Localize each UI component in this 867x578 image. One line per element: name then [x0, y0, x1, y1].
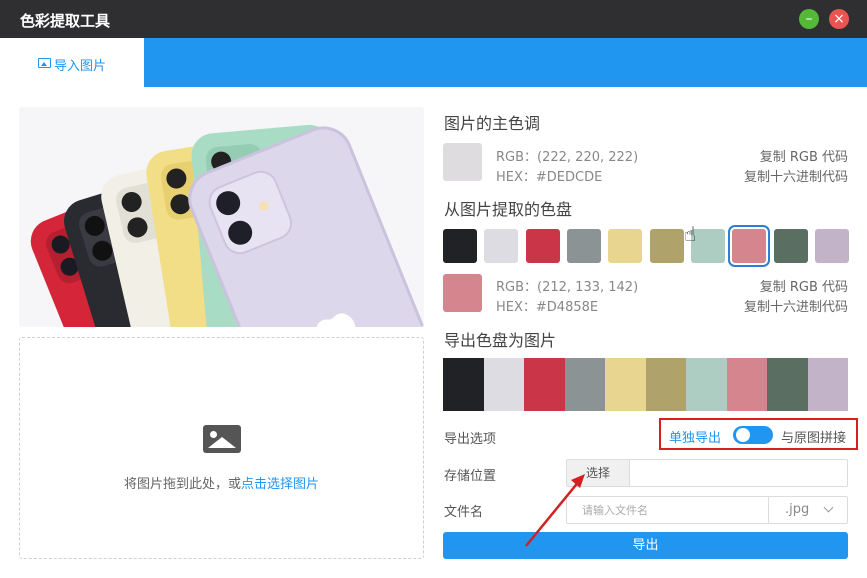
- choose-folder-button[interactable]: 选择: [567, 460, 630, 486]
- extension-select[interactable]: .jpg: [769, 496, 848, 524]
- strip-cell: [807, 358, 848, 411]
- strip-cell: [767, 358, 808, 411]
- copy-rgb-button[interactable]: 复制 RGB 代码: [760, 276, 848, 295]
- image-preview: [19, 107, 424, 327]
- strip-cell: [524, 358, 565, 411]
- palette-title: 从图片提取的色盘: [444, 200, 573, 219]
- copy-hex-button[interactable]: 复制十六进制代码: [744, 166, 848, 185]
- storage-path-field[interactable]: 选择: [566, 459, 848, 487]
- palette-strip-preview: [443, 358, 848, 411]
- strip-cell: [483, 358, 524, 411]
- palette-swatch[interactable]: [443, 229, 477, 263]
- hand-cursor-icon: ☝: [684, 222, 697, 246]
- copy-rgb-button[interactable]: 复制 RGB 代码: [760, 146, 848, 165]
- dominant-hex: HEX：#DEDCDE: [496, 170, 603, 185]
- selected-color-swatch: [443, 274, 482, 312]
- palette-swatch[interactable]: [815, 229, 849, 263]
- palette-swatch[interactable]: [526, 229, 560, 263]
- storage-location-label: 存储位置: [444, 469, 497, 484]
- dropzone-text: 将图片拖到此处，或点击选择图片: [20, 473, 423, 492]
- tab-import-image[interactable]: 导入图片: [0, 38, 144, 87]
- extension-value: .jpg: [785, 502, 810, 517]
- dominant-color-title: 图片的主色调: [444, 114, 541, 133]
- export-button[interactable]: 导出: [443, 532, 848, 559]
- export-title: 导出色盘为图片: [444, 331, 557, 350]
- export-options-highlight: 单独导出 与原图拼接: [659, 418, 858, 450]
- strip-cell: [443, 358, 484, 411]
- palette-swatch[interactable]: [608, 229, 642, 263]
- title-bar: 色彩提取工具 – ×: [0, 0, 867, 38]
- strip-cell: [726, 358, 767, 411]
- palette-swatch[interactable]: [567, 229, 601, 263]
- image-icon: [203, 425, 241, 453]
- palette-swatch[interactable]: [484, 229, 518, 263]
- strip-cell: [686, 358, 727, 411]
- filename-input[interactable]: [566, 496, 769, 524]
- filename-label: 文件名: [444, 505, 484, 520]
- image-dropzone[interactable]: 将图片拖到此处，或点击选择图片: [19, 337, 424, 559]
- app-title: 色彩提取工具: [20, 12, 111, 30]
- export-options-label: 导出选项: [444, 432, 497, 447]
- copy-hex-button[interactable]: 复制十六进制代码: [744, 296, 848, 315]
- dominant-color-swatch: [443, 143, 482, 181]
- chevron-down-icon: [823, 502, 834, 513]
- palette: [443, 229, 849, 263]
- phones-illustration: [19, 107, 424, 327]
- palette-swatch[interactable]: [650, 229, 684, 263]
- dropzone-hint: 将图片拖到此处，或: [123, 477, 241, 492]
- option-join-original[interactable]: 与原图拼接: [781, 427, 846, 446]
- minimize-button[interactable]: –: [799, 9, 819, 29]
- select-image-link[interactable]: 点击选择图片: [241, 477, 319, 492]
- image-icon: [38, 58, 51, 68]
- strip-cell: [605, 358, 646, 411]
- selected-hex: HEX：#D4858E: [496, 300, 599, 315]
- option-single-export[interactable]: 单独导出: [669, 427, 721, 446]
- tab-label: 导入图片: [54, 59, 107, 74]
- export-mode-toggle[interactable]: [733, 426, 773, 444]
- palette-swatch[interactable]: [774, 229, 808, 263]
- tab-strip: 导入图片: [0, 38, 867, 87]
- selected-rgb: RGB：(212, 133, 142): [496, 280, 639, 295]
- dominant-rgb: RGB：(222, 220, 222): [496, 150, 639, 165]
- strip-cell: [645, 358, 686, 411]
- close-button[interactable]: ×: [829, 9, 849, 29]
- palette-swatch[interactable]: [732, 229, 766, 263]
- strip-cell: [564, 358, 605, 411]
